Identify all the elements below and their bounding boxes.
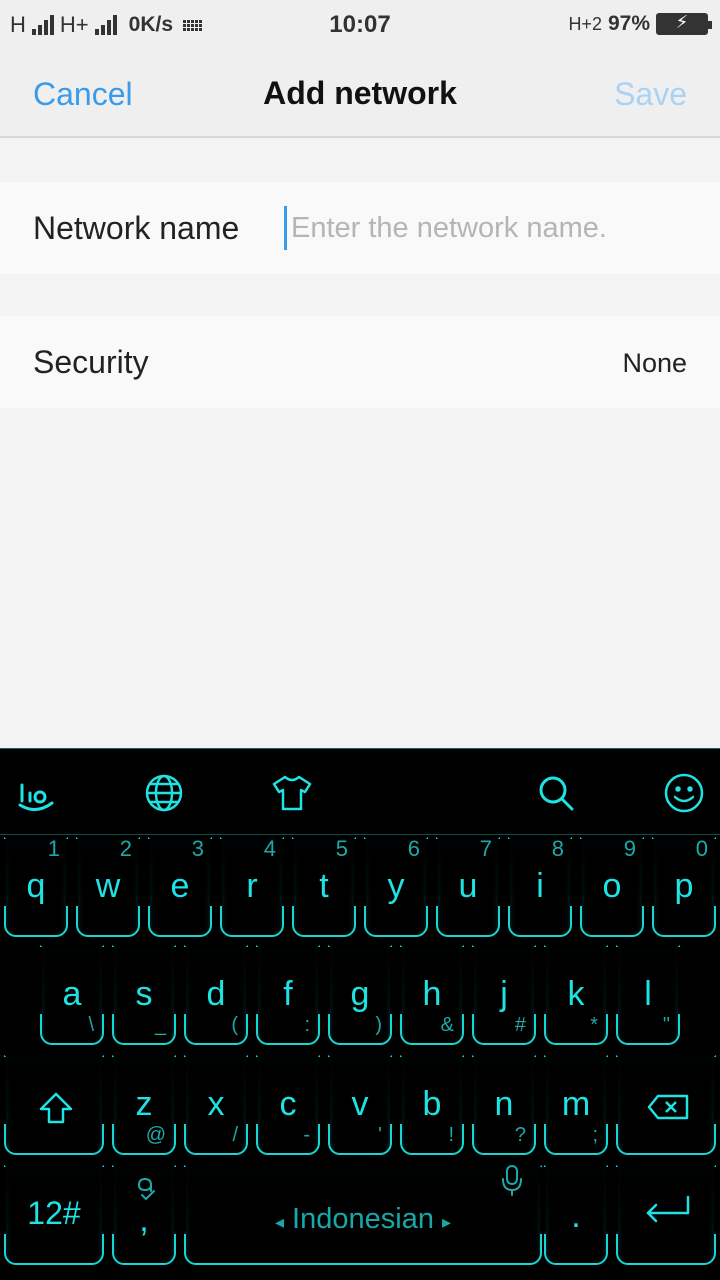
key-u[interactable]: 7u xyxy=(436,836,500,937)
key-g[interactable]: g) xyxy=(328,945,392,1045)
key-z[interactable]: z @ xyxy=(112,1055,176,1155)
key-f[interactable]: f: xyxy=(256,945,320,1045)
key-r[interactable]: 4r xyxy=(220,836,284,937)
key-j[interactable]: j # xyxy=(472,945,536,1045)
key-s[interactable]: s _ xyxy=(112,945,176,1045)
battery-percent: 97% xyxy=(607,12,650,35)
key-t[interactable]: 5t xyxy=(292,836,356,937)
security-row[interactable]: Security None xyxy=(0,316,720,408)
key-y[interactable]: 6y xyxy=(364,836,428,937)
theme-shirt-icon[interactable] xyxy=(270,771,314,815)
security-label: Security xyxy=(33,344,149,380)
soft-keyboard: 1q 2w 3e 4r 5t 6y 7u 8i 9o 0p a \ s _ d( f… xyxy=(0,748,720,1280)
key-q[interactable]: 1q xyxy=(4,836,68,937)
security-value[interactable]: None xyxy=(622,348,687,379)
period-key[interactable]: . xyxy=(544,1165,608,1265)
key-h[interactable]: h & xyxy=(400,945,464,1045)
key-m[interactable]: m; xyxy=(544,1055,608,1155)
network-name-label: Network name xyxy=(33,210,240,246)
cancel-button[interactable]: Cancel xyxy=(33,76,133,113)
language-label: ◂ Indonesian ▸ xyxy=(274,1203,452,1235)
touchpal-logo-icon[interactable] xyxy=(14,771,58,815)
globe-icon[interactable] xyxy=(142,771,186,815)
status-bar-right: H+2 97% ⚡ xyxy=(568,12,712,36)
network-name-input[interactable] xyxy=(284,206,694,250)
shift-key[interactable] xyxy=(4,1055,104,1155)
emoji-icon[interactable] xyxy=(662,771,706,815)
keyboard-toolbar xyxy=(0,749,720,835)
key-i[interactable]: 8i xyxy=(508,836,572,937)
search-icon[interactable] xyxy=(534,771,578,815)
language-prev-icon: ◂ xyxy=(274,1212,284,1232)
key-b[interactable]: b! xyxy=(400,1055,464,1155)
key-d[interactable]: d( xyxy=(184,945,248,1045)
key-p[interactable]: 0p xyxy=(652,836,716,937)
key-o[interactable]: 9o xyxy=(580,836,644,937)
network-name-row[interactable]: Network name xyxy=(0,182,720,274)
microphone-icon[interactable] xyxy=(500,1163,524,1197)
space-key[interactable]: ◂ Indonesian ▸ xyxy=(184,1165,542,1265)
symbols-key[interactable]: 12# xyxy=(4,1165,104,1265)
key-v[interactable]: v ' xyxy=(328,1055,392,1155)
key-k[interactable]: k * xyxy=(544,945,608,1045)
key-w[interactable]: 2w xyxy=(76,836,140,937)
enter-icon xyxy=(646,1195,690,1223)
save-button[interactable]: Save xyxy=(614,76,687,113)
backspace-key[interactable] xyxy=(616,1055,716,1155)
key-a[interactable]: a \ xyxy=(40,945,104,1045)
comma-key[interactable]: , xyxy=(112,1165,176,1265)
battery-charging-icon: ⚡ xyxy=(656,12,712,35)
key-e[interactable]: 3e xyxy=(148,836,212,937)
key-x[interactable]: x / xyxy=(184,1055,248,1155)
network-type-3: H+2 xyxy=(568,13,602,34)
title-bar: Cancel Add network Save xyxy=(0,50,720,138)
key-c[interactable]: c- xyxy=(256,1055,320,1155)
key-n[interactable]: n? xyxy=(472,1055,536,1155)
enter-key[interactable] xyxy=(616,1165,716,1265)
key-l[interactable]: l " xyxy=(616,945,680,1045)
status-bar: H H+ 0K/s 10:07 H+2 97% ⚡ xyxy=(0,0,720,50)
language-next-icon: ▸ xyxy=(442,1212,452,1232)
